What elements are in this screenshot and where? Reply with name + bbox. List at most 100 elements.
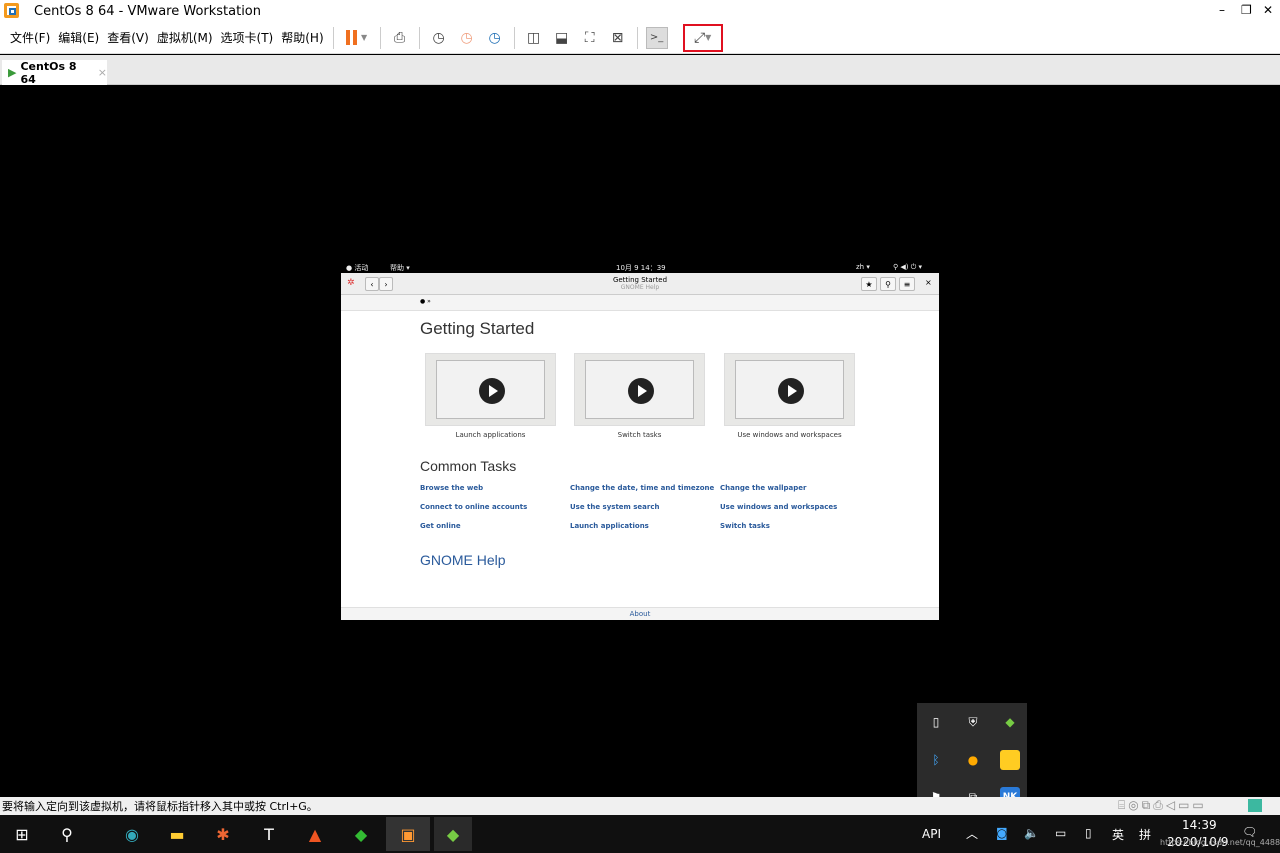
divider bbox=[418, 26, 420, 49]
menu-vm[interactable]: 虚拟机(M) bbox=[153, 29, 217, 46]
bookmark-button[interactable]: ★ bbox=[861, 277, 877, 291]
menu-help[interactable]: 帮助(H) bbox=[277, 29, 327, 46]
status-text: 要将输入定向到该虚拟机，请将鼠标指针移入其中或按 Ctrl+G。 bbox=[2, 800, 318, 813]
input-method[interactable]: zh ▾ bbox=[856, 263, 870, 271]
snapshot-manager-icon[interactable]: ◷ bbox=[484, 27, 506, 49]
qq-icon[interactable]: ◙ bbox=[996, 826, 1008, 840]
video-windows-workspaces[interactable] bbox=[724, 353, 855, 426]
vmware-logo-icon bbox=[4, 3, 19, 18]
volume-icon[interactable]: 🔈 bbox=[1024, 826, 1039, 840]
battery-icon[interactable]: ▯ bbox=[1085, 826, 1092, 840]
task-link[interactable]: Get online bbox=[420, 522, 461, 530]
typora-icon[interactable]: T bbox=[254, 819, 284, 849]
close-button[interactable]: ✕ bbox=[1263, 3, 1273, 17]
tab-close-icon[interactable]: × bbox=[98, 66, 107, 79]
unity-icon[interactable]: ⊠ bbox=[607, 27, 629, 49]
app-icon[interactable]: ▲ bbox=[300, 819, 330, 849]
title-bar: CentOs 8 64 - VMware Workstation – ❐ ✕ bbox=[0, 0, 1280, 22]
pause-icon[interactable]: ▼ bbox=[342, 27, 372, 49]
task-link[interactable]: Browse the web bbox=[420, 484, 483, 492]
video-caption: Switch tasks bbox=[617, 431, 662, 439]
gnome-help-link[interactable]: GNOME Help bbox=[420, 552, 506, 568]
task-link[interactable]: Change the date, time and timezone bbox=[570, 484, 714, 492]
maximize-button[interactable]: ❐ bbox=[1241, 3, 1252, 17]
search-icon[interactable]: ⚲ bbox=[52, 819, 82, 849]
app-menu[interactable]: 帮助 ▾ bbox=[390, 263, 410, 273]
footer: About bbox=[341, 607, 939, 620]
common-tasks-heading: Common Tasks bbox=[420, 458, 517, 474]
menu-button[interactable]: ≡ bbox=[899, 277, 915, 291]
network-taskbar-icon[interactable]: ◆ bbox=[434, 817, 472, 851]
menu-file[interactable]: 文件(F) bbox=[6, 29, 54, 46]
start-icon[interactable]: ⊞ bbox=[7, 819, 37, 849]
video-caption: Launch applications bbox=[455, 431, 526, 439]
sync-icon[interactable]: ● bbox=[963, 750, 983, 770]
sticky-notes-icon[interactable] bbox=[1000, 750, 1020, 770]
task-link[interactable]: Connect to online accounts bbox=[420, 503, 527, 511]
play-icon[interactable] bbox=[479, 378, 505, 404]
menu-toolbar: 文件(F) 编辑(E) 查看(V) 虚拟机(M) 选项卡(T) 帮助(H) ▼ … bbox=[0, 22, 1280, 54]
activities-button[interactable]: ● 活动 bbox=[346, 263, 368, 273]
play-icon[interactable] bbox=[778, 378, 804, 404]
clock-time[interactable]: 14:39 bbox=[1182, 818, 1217, 832]
vmware-taskbar-icon[interactable]: ▣ bbox=[386, 817, 430, 851]
minimize-button[interactable]: – bbox=[1219, 3, 1225, 17]
menu-tabs[interactable]: 选项卡(T) bbox=[217, 29, 278, 46]
task-link[interactable]: Use windows and workspaces bbox=[720, 503, 837, 511]
tab-label: CentOs 8 64 bbox=[20, 59, 77, 86]
clock[interactable]: 10月 9 14：39 bbox=[616, 263, 666, 273]
library-view-icon[interactable]: ◫ bbox=[523, 27, 545, 49]
ime-lang[interactable]: 英 bbox=[1112, 826, 1124, 843]
video-switch-tasks[interactable] bbox=[574, 353, 705, 426]
xmind-icon[interactable]: ✱ bbox=[208, 819, 238, 849]
thumbnail-view-icon[interactable]: ⬓ bbox=[551, 27, 573, 49]
full-screen-icon[interactable]: ⛶ bbox=[579, 27, 601, 49]
breadcrumb: ● » bbox=[341, 295, 939, 311]
window-title: Getting Started bbox=[612, 276, 668, 284]
menu-view[interactable]: 查看(V) bbox=[103, 29, 153, 46]
notification-icon[interactable]: 🗨 bbox=[1242, 825, 1257, 839]
task-link[interactable]: Change the wallpaper bbox=[720, 484, 806, 492]
divider bbox=[379, 26, 381, 49]
api-label[interactable]: API bbox=[922, 827, 941, 841]
snapshot-icon[interactable]: ◷ bbox=[428, 27, 450, 49]
revert-snapshot-icon[interactable]: ◷ bbox=[456, 27, 478, 49]
tab-centos[interactable]: ▶ CentOs 8 64 × bbox=[2, 59, 107, 86]
vm-icon: ▶ bbox=[8, 66, 17, 79]
security-shield-icon[interactable]: ⛨ bbox=[963, 712, 983, 732]
windows-taskbar: ⊞ ⚲ ◉ ▬ ✱ T ▲ ◆ ▣ ◆ API ︿ ◙ 🔈 ▭ ▯ 英 拼 14… bbox=[0, 815, 1280, 853]
file-explorer-icon[interactable]: ▬ bbox=[162, 819, 192, 849]
edge-icon[interactable]: ◉ bbox=[117, 819, 147, 849]
stretch-view-icon[interactable]: ⤢ ▼ bbox=[682, 23, 723, 52]
network-app-icon[interactable]: ◆ bbox=[1000, 712, 1020, 732]
home-icon[interactable]: ● » bbox=[420, 298, 431, 305]
divider bbox=[332, 26, 334, 49]
task-link[interactable]: Switch tasks bbox=[720, 522, 770, 530]
send-keys-icon[interactable]: ⎙ bbox=[389, 27, 411, 49]
task-link[interactable]: Use the system search bbox=[570, 503, 660, 511]
show-hidden-icons[interactable]: ︿ bbox=[966, 825, 978, 842]
video-launch-applications[interactable] bbox=[425, 353, 556, 426]
gnome-top-bar: ● 活动 帮助 ▾ 10月 9 14：39 zh ▾ ⚲ ◀) ⏻ ▾ bbox=[340, 261, 940, 273]
close-window-button[interactable]: × bbox=[925, 278, 932, 287]
evernote-icon[interactable]: ◆ bbox=[346, 819, 376, 849]
play-icon[interactable] bbox=[628, 378, 654, 404]
bluetooth-icon[interactable]: ᛒ bbox=[926, 750, 946, 770]
network-icon[interactable]: ▭ bbox=[1055, 826, 1066, 840]
ime-mode[interactable]: 拼 bbox=[1139, 826, 1151, 843]
console-view-icon[interactable]: >_ bbox=[645, 26, 668, 49]
divider bbox=[513, 26, 515, 49]
page-title: Getting Started bbox=[420, 319, 535, 338]
header-bar: ✲ ‹ › Getting Started GNOME Help ★ ⚲ ≡ × bbox=[341, 273, 939, 295]
tab-bar bbox=[0, 55, 1280, 85]
device-icons[interactable]: ⌸◎⧉⎙◁▭▭ bbox=[1118, 798, 1207, 813]
message-icon[interactable] bbox=[1248, 799, 1262, 812]
task-link[interactable]: Launch applications bbox=[570, 522, 649, 530]
status-bar: 要将输入定向到该虚拟机，请将鼠标指针移入其中或按 Ctrl+G。 ⌸◎⧉⎙◁▭▭ bbox=[0, 797, 1280, 815]
about-link[interactable]: About bbox=[630, 610, 651, 618]
divider bbox=[636, 26, 638, 49]
menu-edit[interactable]: 编辑(E) bbox=[54, 29, 103, 46]
search-button[interactable]: ⚲ bbox=[880, 277, 896, 291]
usb-icon[interactable]: ▯ bbox=[926, 712, 946, 732]
system-menu-icon[interactable]: ⚲ ◀) ⏻ ▾ bbox=[893, 263, 922, 272]
